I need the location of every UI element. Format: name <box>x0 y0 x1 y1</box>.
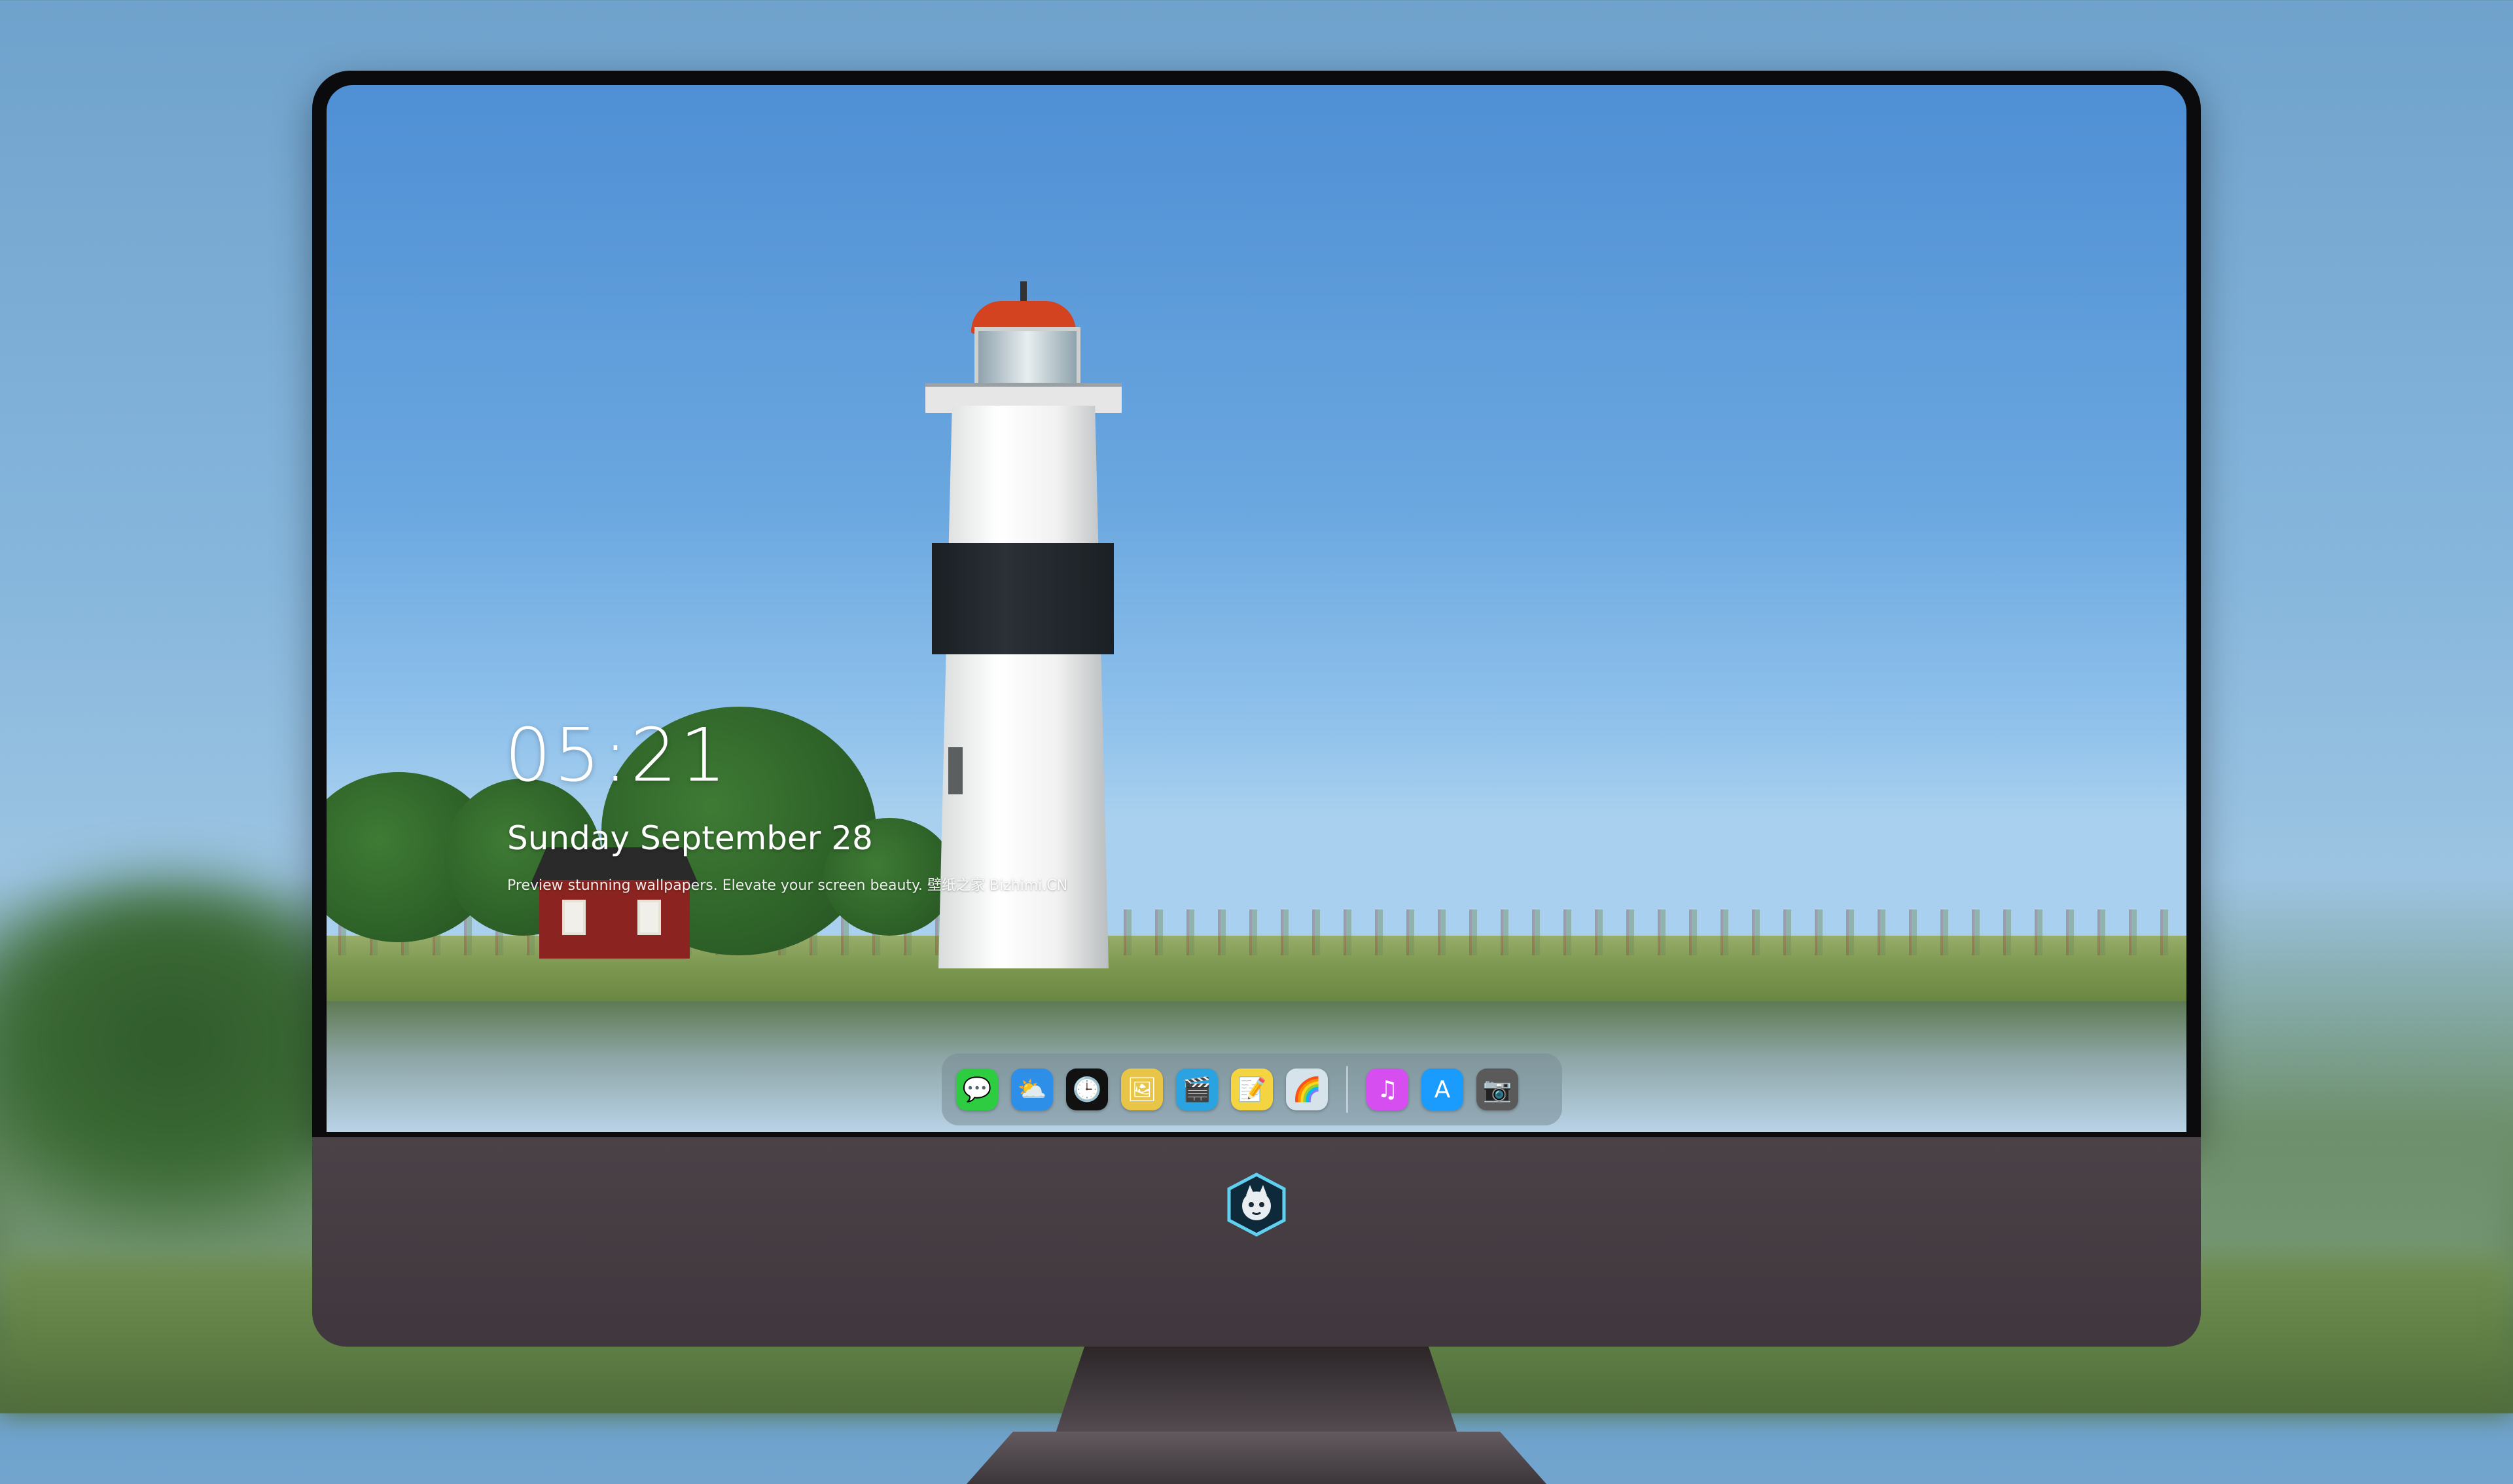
camera-icon[interactable]: 📷 <box>1476 1069 1518 1110</box>
notes-icon[interactable]: 📝 <box>1231 1069 1273 1110</box>
lock-clock: 05:21 <box>505 713 729 798</box>
wallpaper-house-window <box>562 900 586 935</box>
lock-screen: 05:21 Sunday September 28 Preview stunni… <box>327 85 2186 1132</box>
monitor-stand <box>1052 1347 1461 1445</box>
preview-icon[interactable]: 🖼 <box>1121 1069 1163 1110</box>
wallpaper-tagline[interactable]: Preview stunning wallpapers. Elevate you… <box>507 874 1067 894</box>
clock-icon[interactable]: 🕒 <box>1066 1069 1108 1110</box>
dock-separator <box>1346 1066 1348 1113</box>
messages-icon[interactable]: 💬 <box>956 1069 998 1110</box>
monitor-chin <box>312 1137 2201 1347</box>
monitor-stand-base <box>967 1432 1546 1484</box>
final-cut-icon[interactable]: 🎬 <box>1176 1069 1218 1110</box>
weather-icon[interactable]: ⛅ <box>1011 1069 1053 1110</box>
dock: 💬 ⛅ 🕒 🖼 🎬 📝 🌈 ♫ A 📷 <box>942 1053 1562 1125</box>
app-store-icon[interactable]: A <box>1421 1069 1463 1110</box>
lighthouse-lamp <box>974 327 1080 390</box>
itunes-icon[interactable]: ♫ <box>1366 1069 1408 1110</box>
photos-icon[interactable]: 🌈 <box>1286 1069 1328 1110</box>
chin-logo-icon <box>1224 1172 1289 1237</box>
lighthouse-spire <box>1020 281 1027 304</box>
wallpaper-house-window <box>637 900 661 935</box>
lighthouse-band <box>932 543 1114 654</box>
lighthouse-window <box>948 747 963 794</box>
lock-date: Sunday September 28 <box>507 819 873 857</box>
monitor: 05:21 Sunday September 28 Preview stunni… <box>312 71 2201 1484</box>
